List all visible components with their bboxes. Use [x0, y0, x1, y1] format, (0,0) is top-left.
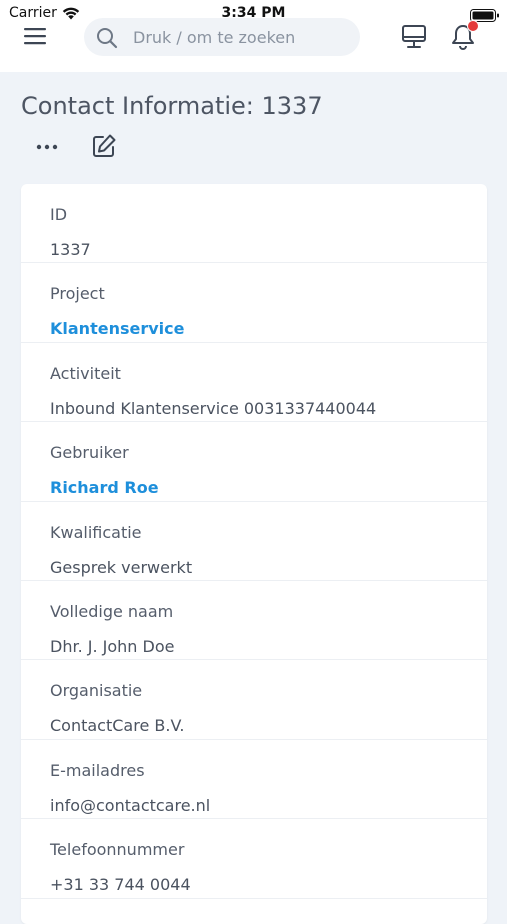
field-emailadres: E-mailadres info@contactcare.nl [21, 740, 487, 820]
field-value: 1337 [50, 240, 91, 259]
field-label: Volledige naam [50, 601, 174, 621]
field-telefoonnummer: Telefoonnummer +31 33 744 0044 [21, 819, 487, 899]
search-icon [96, 27, 118, 53]
field-label: Project [50, 284, 105, 304]
field-label: E-mailadres [50, 760, 145, 780]
field-label: Gebruiker [50, 443, 129, 463]
field-value: Dhr. J. John Doe [50, 636, 175, 656]
search-input[interactable]: Druk / om te zoeken [84, 18, 360, 56]
search-placeholder: Druk / om te zoeken [133, 28, 296, 47]
field-label: Organisatie [50, 681, 143, 701]
more-icon[interactable] [35, 136, 59, 158]
edit-icon[interactable] [91, 133, 117, 163]
field-label: ID [50, 205, 68, 224]
field-value: ContactCare B.V. [50, 716, 185, 736]
field-value: +31 33 744 0044 [50, 875, 191, 895]
field-volledige-naam: Volledige naam Dhr. J. John Doe [21, 581, 487, 661]
field-gebruiker: Gebruiker Richard Roe [21, 422, 487, 502]
contact-details-card: ID 1337 Project Klantenservice Activitei… [21, 184, 487, 924]
field-project: Project Klantenservice [21, 263, 487, 343]
top-bar: Carrier 3:34 PM Druk / om te zoeken [0, 0, 507, 72]
field-label: Kwalificatie [50, 522, 142, 542]
field-activiteit: Activiteit Inbound Klantenservice 003133… [21, 343, 487, 423]
field-label: Telefoonnummer [50, 840, 185, 860]
field-value: Gesprek verwerkt [50, 557, 193, 577]
bell-icon[interactable] [450, 20, 479, 55]
field-label: Activiteit [50, 363, 121, 383]
hamburger-icon[interactable] [24, 26, 48, 48]
notification-dot [467, 20, 479, 32]
field-value: Inbound Klantenservice 0031337440044 [50, 398, 377, 418]
field-id: ID 1337 [21, 184, 487, 264]
field-organisatie: Organisatie ContactCare B.V. [21, 660, 487, 740]
desktop-icon[interactable] [401, 24, 427, 54]
page-title: Contact Informatie: 1337 [21, 92, 323, 120]
field-kwalificatie: Kwalificatie Gesprek verwerkt [21, 502, 487, 581]
project-link[interactable]: Klantenservice [50, 319, 184, 338]
field-value: info@contactcare.nl [50, 795, 211, 815]
user-link[interactable]: Richard Roe [50, 478, 159, 497]
